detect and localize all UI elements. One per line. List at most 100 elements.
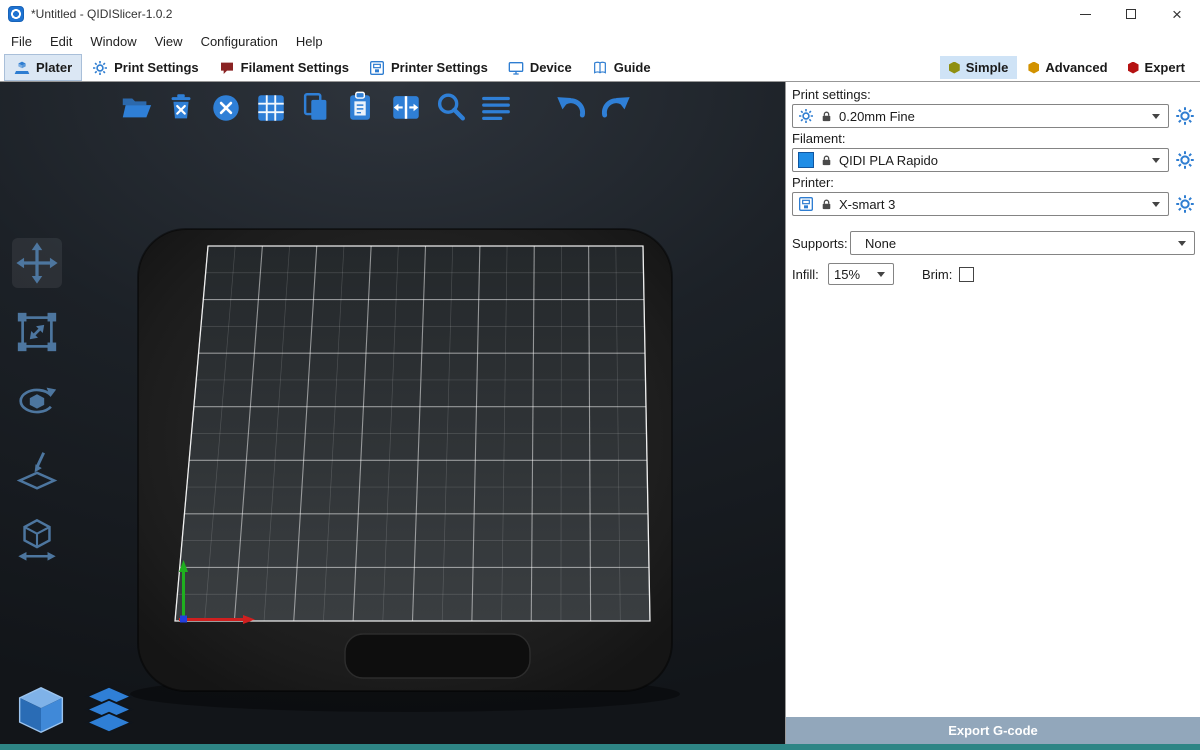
undo-button[interactable] bbox=[553, 89, 589, 125]
filament-label: Filament: bbox=[792, 131, 1195, 147]
view-toggles bbox=[14, 683, 136, 737]
tab-printer-settings[interactable]: Printer Settings bbox=[359, 54, 498, 81]
menu-help[interactable]: Help bbox=[287, 30, 332, 53]
move-tool-button[interactable] bbox=[12, 238, 62, 288]
infill-select[interactable]: 15% bbox=[828, 263, 894, 285]
tab-filament-settings[interactable]: Filament Settings bbox=[209, 54, 359, 81]
paste-icon bbox=[344, 90, 378, 124]
gear-icon bbox=[798, 108, 814, 124]
mode-advanced[interactable]: Advanced bbox=[1019, 56, 1116, 79]
dropdown-arrow-icon bbox=[1152, 202, 1160, 207]
add-object-button[interactable] bbox=[118, 89, 154, 125]
cube-width-icon bbox=[14, 516, 60, 562]
window-controls: × bbox=[1062, 0, 1200, 28]
tab-bar: Plater Print Settings Filament Settings … bbox=[0, 54, 1200, 82]
mode-label: Expert bbox=[1145, 60, 1185, 75]
tab-label: Filament Settings bbox=[241, 60, 349, 75]
scale-tool-button[interactable] bbox=[12, 307, 62, 357]
layers-stack-icon bbox=[83, 684, 135, 736]
rotate-icon bbox=[14, 378, 60, 424]
arrange-grid-icon bbox=[254, 90, 288, 124]
device-icon bbox=[508, 60, 524, 76]
filament-select[interactable]: QIDI PLA Rapido bbox=[792, 148, 1169, 172]
arrange-button[interactable] bbox=[253, 89, 289, 125]
menu-edit[interactable]: Edit bbox=[41, 30, 81, 53]
brim-checkbox[interactable] bbox=[959, 267, 974, 282]
tab-device[interactable]: Device bbox=[498, 54, 582, 81]
layers-lines-icon bbox=[479, 90, 513, 124]
mode-expert[interactable]: Expert bbox=[1119, 56, 1194, 79]
cube-3d-icon bbox=[15, 684, 67, 736]
lock-icon bbox=[820, 109, 833, 124]
left-toolbar bbox=[12, 238, 62, 564]
tab-plater[interactable]: Plater bbox=[4, 54, 82, 81]
export-gcode-button[interactable]: Export G-code bbox=[786, 717, 1200, 744]
tab-print-settings[interactable]: Print Settings bbox=[82, 54, 209, 81]
plater-icon bbox=[14, 60, 30, 76]
menu-window[interactable]: Window bbox=[81, 30, 145, 53]
mode-label: Advanced bbox=[1045, 60, 1107, 75]
preview-view-button[interactable] bbox=[82, 683, 136, 737]
window-title: *Untitled - QIDISlicer-1.0.2 bbox=[31, 7, 172, 21]
paste-button[interactable] bbox=[343, 89, 379, 125]
undo-arrow-icon bbox=[554, 90, 588, 124]
menu-configuration[interactable]: Configuration bbox=[192, 30, 287, 53]
supports-label: Supports: bbox=[792, 236, 850, 251]
advanced-mode-hexagon-icon bbox=[1028, 62, 1039, 74]
tab-label: Guide bbox=[614, 60, 651, 75]
dropdown-arrow-icon bbox=[1152, 158, 1160, 163]
move-arrows-icon bbox=[14, 240, 60, 286]
filament-icon bbox=[219, 60, 235, 76]
minimize-button[interactable] bbox=[1062, 0, 1108, 28]
supports-select[interactable]: None bbox=[850, 231, 1195, 255]
scale-to-fit-button[interactable] bbox=[12, 514, 62, 564]
editor-view-button[interactable] bbox=[14, 683, 68, 737]
layer-height-button[interactable] bbox=[478, 89, 514, 125]
split-icon bbox=[389, 90, 423, 124]
viewport-3d[interactable] bbox=[0, 82, 785, 750]
mode-switcher: Simple Advanced Expert bbox=[940, 54, 1200, 81]
filament-value: QIDI PLA Rapido bbox=[839, 153, 1146, 168]
maximize-button[interactable] bbox=[1108, 0, 1154, 28]
maximize-icon bbox=[1126, 9, 1136, 19]
scale-icon bbox=[14, 309, 60, 355]
place-on-face-button[interactable] bbox=[12, 445, 62, 495]
redo-arrow-icon bbox=[599, 90, 633, 124]
menu-view[interactable]: View bbox=[146, 30, 192, 53]
flatten-icon bbox=[14, 447, 60, 493]
tab-guide[interactable]: Guide bbox=[582, 54, 661, 81]
delete-all-button[interactable] bbox=[208, 89, 244, 125]
mode-simple[interactable]: Simple bbox=[940, 56, 1018, 79]
expert-mode-hexagon-icon bbox=[1128, 62, 1139, 74]
split-objects-button[interactable] bbox=[388, 89, 424, 125]
print-settings-select[interactable]: 0.20mm Fine bbox=[792, 104, 1169, 128]
search-icon bbox=[434, 90, 468, 124]
simple-mode-hexagon-icon bbox=[949, 62, 960, 74]
menu-file[interactable]: File bbox=[2, 30, 41, 53]
search-button[interactable] bbox=[433, 89, 469, 125]
print-settings-gear-button[interactable] bbox=[1175, 106, 1195, 126]
open-folder-icon bbox=[119, 90, 153, 124]
copy-icon bbox=[299, 90, 333, 124]
filament-color-swatch bbox=[798, 152, 814, 168]
print-settings-label: Print settings: bbox=[792, 87, 1195, 103]
copy-button[interactable] bbox=[298, 89, 334, 125]
close-button[interactable]: × bbox=[1154, 0, 1200, 28]
dropdown-arrow-icon bbox=[1152, 114, 1160, 119]
dropdown-arrow-icon bbox=[1178, 241, 1186, 246]
brim-label: Brim: bbox=[922, 267, 952, 282]
lock-icon bbox=[820, 197, 833, 212]
print-bed bbox=[0, 82, 785, 750]
rotate-tool-button[interactable] bbox=[12, 376, 62, 426]
filament-gear-button[interactable] bbox=[1175, 150, 1195, 170]
tab-label: Device bbox=[530, 60, 572, 75]
delete-button[interactable] bbox=[163, 89, 199, 125]
supports-value: None bbox=[865, 236, 1172, 251]
redo-button[interactable] bbox=[598, 89, 634, 125]
gear-icon bbox=[92, 60, 108, 76]
infill-value: 15% bbox=[834, 267, 871, 282]
status-strip bbox=[0, 744, 1200, 750]
printer-select[interactable]: X-smart 3 bbox=[792, 192, 1169, 216]
print-settings-value: 0.20mm Fine bbox=[839, 109, 1146, 124]
printer-gear-button[interactable] bbox=[1175, 194, 1195, 214]
